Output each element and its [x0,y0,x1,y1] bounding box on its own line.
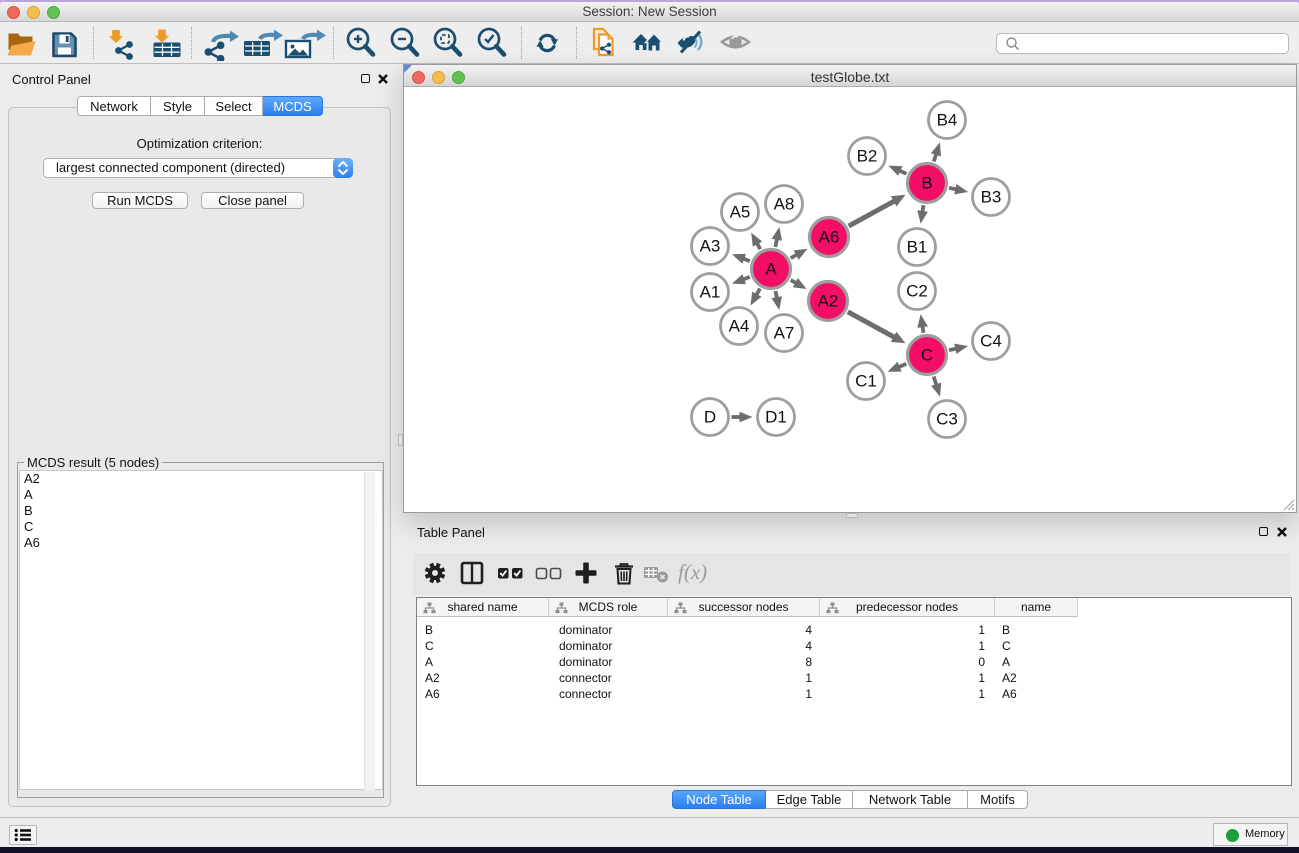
svg-text:A4: A4 [729,317,750,336]
svg-text:A6: A6 [819,228,840,247]
svg-text:C1: C1 [855,372,877,391]
svg-text:C3: C3 [936,410,958,429]
svg-text:C2: C2 [906,282,928,301]
svg-text:B3: B3 [981,188,1002,207]
svg-text:A3: A3 [700,237,721,256]
svg-text:D1: D1 [765,408,787,427]
svg-text:A8: A8 [774,195,795,214]
svg-text:A5: A5 [730,203,751,222]
svg-text:B: B [921,174,932,193]
svg-text:A1: A1 [700,283,721,302]
svg-text:C4: C4 [980,332,1002,351]
svg-text:B1: B1 [907,238,928,257]
svg-text:A7: A7 [774,324,795,343]
svg-text:A2: A2 [818,292,839,311]
svg-text:A: A [765,260,777,279]
svg-text:C: C [921,346,933,365]
svg-text:B2: B2 [857,147,878,166]
svg-text:D: D [704,408,716,427]
svg-text:B4: B4 [937,111,958,130]
